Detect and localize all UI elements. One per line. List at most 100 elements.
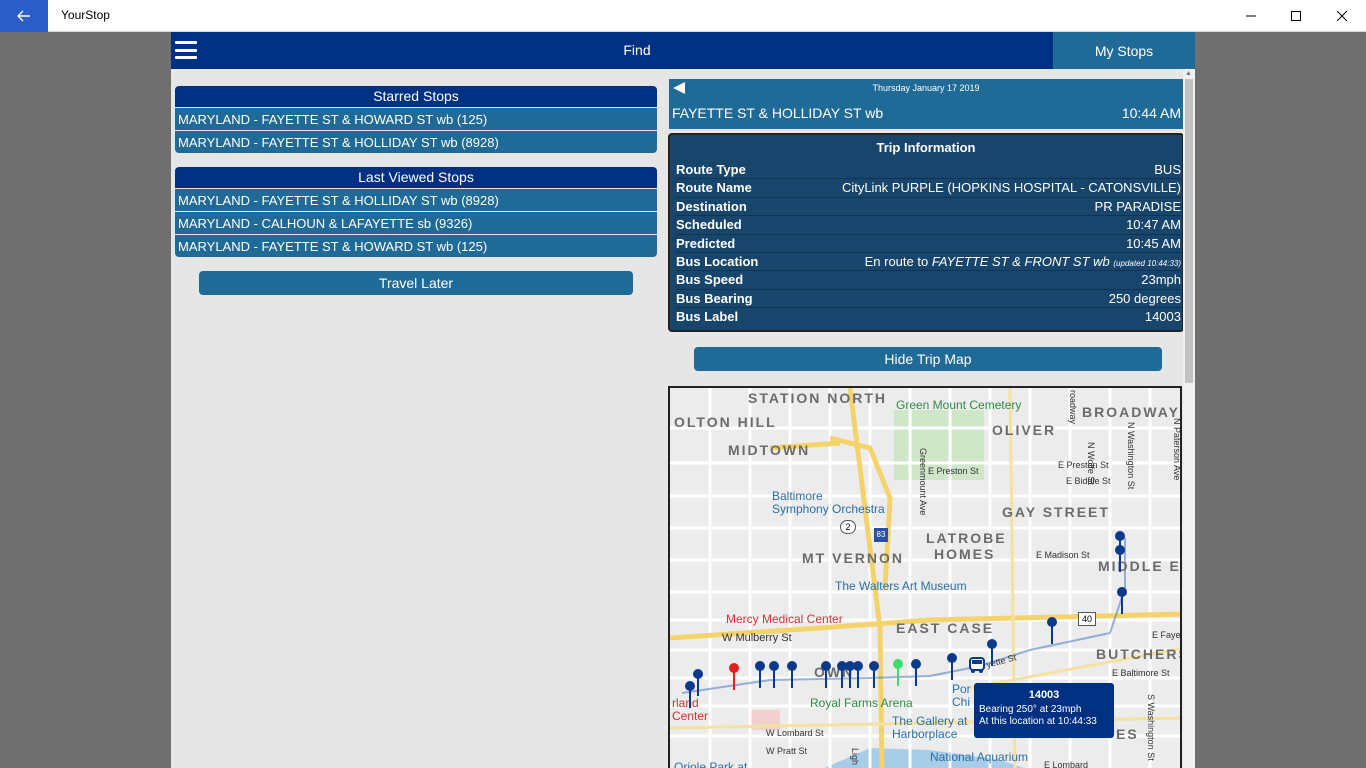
poi-label: Mercy Medical Center bbox=[726, 612, 843, 626]
close-button[interactable] bbox=[1319, 0, 1365, 32]
trip-row-bus-bearing: Bus Bearing 250 degrees bbox=[676, 290, 1181, 309]
trip-row-destination: Destination PR PARADISE bbox=[676, 198, 1181, 217]
last-viewed-stop-item[interactable]: MARYLAND - CALHOUN & LAFAYETTE sb (9326) bbox=[175, 211, 657, 234]
tooltip-bus-id: 14003 bbox=[1028, 689, 1060, 701]
map-area-label: OLIVER bbox=[992, 422, 1057, 438]
last-viewed-stops-list: Last Viewed Stops MARYLAND - FAYETTE ST … bbox=[175, 167, 657, 257]
bus-stop-pin-icon[interactable] bbox=[1114, 530, 1126, 558]
interstate-83-shield-icon: 83 bbox=[874, 528, 888, 542]
bus-stop-pin-icon[interactable] bbox=[1046, 616, 1058, 644]
bus-stop-pin-icon[interactable] bbox=[820, 660, 832, 688]
trip-row-predicted: Predicted 10:45 AM bbox=[676, 235, 1181, 253]
street-label: E Baltimore St bbox=[1112, 668, 1170, 678]
poi-label: Royal Farms Arena bbox=[810, 696, 913, 710]
bus-stop-pin-icon[interactable] bbox=[910, 658, 922, 686]
bus-stop-pin-icon[interactable] bbox=[754, 660, 766, 688]
poi-label: Baltimore bbox=[772, 489, 823, 503]
vertical-scrollbar[interactable]: ▲ bbox=[1183, 69, 1195, 768]
street-label: N Washington St bbox=[1126, 422, 1136, 490]
map-area-label: GAY STREET bbox=[1002, 504, 1110, 520]
destination-value: PR PARADISE bbox=[1094, 198, 1181, 214]
trip-map[interactable]: STATION NORTH OLTON HILL MIDTOWN OLIVER … bbox=[668, 386, 1182, 768]
bus-speed-label: Bus Speed bbox=[676, 272, 744, 288]
scrollbar-thumb[interactable] bbox=[1185, 79, 1193, 383]
bus-speed-value: 23mph bbox=[1141, 272, 1181, 288]
tooltip-location-time: At this location at 10:44:33 bbox=[979, 716, 1097, 727]
date-label: Thursday January 17 2019 bbox=[872, 83, 980, 93]
map-area-label: MT VERNON bbox=[802, 550, 904, 566]
starred-stop-item[interactable]: MARYLAND - FAYETTE ST & HOLLIDAY ST wb (… bbox=[175, 130, 657, 153]
tooltip-bearing: Bearing 250° at 23mph bbox=[979, 704, 1082, 715]
street-label: N Wolfe St bbox=[1086, 442, 1096, 485]
last-viewed-stop-item[interactable]: MARYLAND - FAYETTE ST & HOWARD ST wb (12… bbox=[175, 234, 657, 257]
destination-label: Destination bbox=[676, 198, 747, 214]
poi-label: The Gallery at bbox=[892, 714, 968, 728]
trip-row-scheduled: Scheduled 10:47 AM bbox=[676, 216, 1181, 235]
window-title: YourStop bbox=[61, 8, 110, 22]
street-label: S Washington St bbox=[1146, 694, 1156, 761]
bus-stop-pin-icon[interactable] bbox=[768, 660, 780, 688]
route-type-label: Route Type bbox=[676, 162, 746, 177]
bus-stop-pin-icon[interactable] bbox=[786, 660, 798, 688]
poi-label: Symphony Orchestra bbox=[772, 502, 885, 516]
bus-stop-pin-icon[interactable] bbox=[1116, 586, 1128, 614]
bus-stop-pin-icon[interactable] bbox=[946, 652, 958, 680]
current-stop-pin-icon[interactable] bbox=[892, 658, 904, 686]
trip-row-route-name: Route Name CityLink PURPLE (HOPKINS HOSP… bbox=[676, 179, 1181, 198]
back-button[interactable] bbox=[0, 0, 48, 32]
map-area-label: EAST CASE bbox=[896, 620, 995, 636]
map-area-label: MIDTOWN bbox=[728, 442, 811, 458]
trip-info-title: Trip Information bbox=[876, 140, 976, 155]
map-area-label: ES bbox=[1116, 726, 1139, 742]
scroll-up-icon[interactable]: ▲ bbox=[1185, 70, 1192, 77]
trip-information-panel: Trip Information Route Type BUS Route Na… bbox=[668, 133, 1184, 332]
street-label: E Preston St bbox=[1058, 460, 1109, 470]
bus-stop-pin-icon[interactable] bbox=[868, 660, 880, 688]
predicted-label: Predicted bbox=[676, 235, 736, 251]
maximize-icon bbox=[1291, 11, 1301, 21]
bus-stop-pin-icon[interactable] bbox=[852, 660, 864, 688]
poi-label: Chi bbox=[952, 695, 971, 709]
poi-label: The Walters Art Museum bbox=[835, 579, 967, 593]
tab-find[interactable]: Find bbox=[171, 42, 1103, 58]
route-40-shield-icon: 40 bbox=[1078, 612, 1096, 626]
street-label: Ligh bbox=[850, 748, 860, 766]
bus-label-label: Bus Label bbox=[676, 309, 739, 325]
bus-info-tooltip: 14003 Bearing 250° at 23mph At this loca… bbox=[974, 683, 1114, 738]
poi-label: Green Mount Cemetery bbox=[896, 398, 1022, 412]
selected-stop-pin-icon[interactable] bbox=[728, 662, 740, 690]
bus-location-stop: FAYETTE ST & FRONT ST wb bbox=[931, 253, 1110, 269]
bus-location-label: Bus Location bbox=[676, 253, 759, 269]
predicted-value: 10:45 AM bbox=[1126, 235, 1181, 251]
trip-row-route-type: Route Type BUS bbox=[676, 161, 1181, 180]
route-2-shield-icon: 2 bbox=[840, 520, 856, 534]
street-label: W Lombard St bbox=[766, 728, 824, 738]
poi-label: National Aquarium bbox=[930, 750, 1029, 764]
bus-stop-pin-icon[interactable] bbox=[986, 638, 998, 666]
street-label: E Lombard bbox=[1044, 760, 1089, 768]
bus-location-updated: (updated 10:44:33) bbox=[1113, 258, 1181, 268]
top-nav-bar: Find My Stops bbox=[171, 32, 1195, 69]
street-label: W Pratt St bbox=[766, 746, 808, 756]
bus-stop-pin-icon[interactable] bbox=[692, 668, 704, 696]
street-label: E Madison St bbox=[1036, 550, 1090, 560]
minimize-button[interactable] bbox=[1228, 0, 1274, 32]
maximize-button[interactable] bbox=[1273, 0, 1319, 32]
bus-vehicle-icon[interactable] bbox=[968, 656, 986, 674]
poi-label: Por bbox=[952, 682, 971, 696]
trip-row-bus-speed: Bus Speed 23mph bbox=[676, 271, 1181, 290]
last-viewed-stop-item[interactable]: MARYLAND - FAYETTE ST & HOLLIDAY ST wb (… bbox=[175, 188, 657, 211]
tab-my-stops[interactable]: My Stops bbox=[1053, 32, 1195, 69]
hide-trip-map-button[interactable]: Hide Trip Map bbox=[694, 347, 1162, 371]
map-area-label: HOMES bbox=[934, 546, 996, 562]
travel-later-button[interactable]: Travel Later bbox=[199, 271, 633, 295]
minimize-icon bbox=[1246, 15, 1256, 17]
starred-stops-header: Starred Stops bbox=[175, 86, 657, 107]
bus-location-prefix: En route to bbox=[864, 253, 929, 269]
bus-bearing-value: 250 degrees bbox=[1108, 290, 1181, 306]
starred-stops-list: Starred Stops MARYLAND - FAYETTE ST & HO… bbox=[175, 86, 657, 153]
back-arrow-icon bbox=[17, 10, 30, 22]
route-name-label: Route Name bbox=[676, 180, 752, 196]
last-viewed-header: Last Viewed Stops bbox=[175, 167, 657, 188]
starred-stop-item[interactable]: MARYLAND - FAYETTE ST & HOWARD ST wb (12… bbox=[175, 107, 657, 130]
